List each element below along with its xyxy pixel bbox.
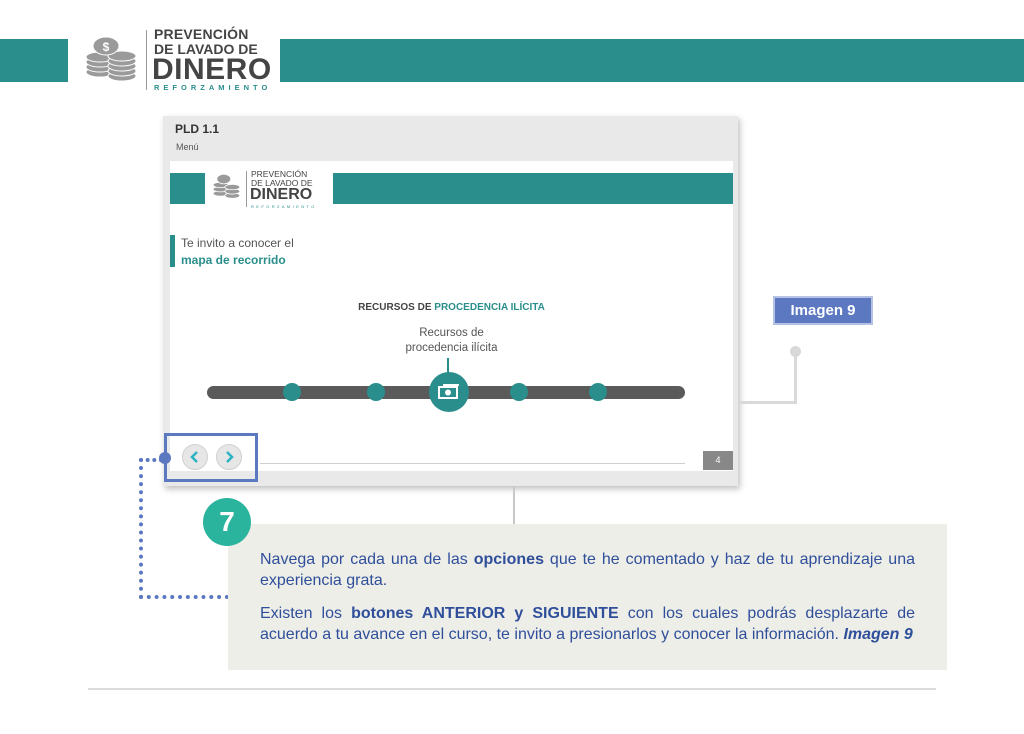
resources-subtitle: Recursos de procedencia ilícita bbox=[170, 326, 733, 356]
footer-divider bbox=[260, 463, 685, 464]
p1-text-a: Navega por cada una de las bbox=[260, 551, 474, 568]
callout-line bbox=[738, 401, 797, 404]
p2-image-reference: Imagen 9 bbox=[843, 626, 913, 643]
money-icon bbox=[438, 384, 459, 399]
logo-text-line1: PREVENCIÓN bbox=[154, 26, 249, 42]
invite-accent-bar bbox=[170, 235, 175, 267]
route-map-node[interactable] bbox=[510, 383, 528, 401]
bottom-divider bbox=[88, 688, 936, 690]
invite-text: Te invito a conocer el bbox=[181, 236, 294, 250]
dotted-connector bbox=[139, 458, 143, 599]
route-map-node-active[interactable] bbox=[429, 372, 469, 412]
resources-sub-line1: Recursos de bbox=[419, 327, 484, 339]
slide-bar-right bbox=[333, 173, 733, 204]
nav-buttons-highlight bbox=[164, 433, 258, 482]
course-slide: PREVENCIÓN DE LAVADO DE DINERO REFORZAMI… bbox=[170, 161, 733, 471]
callout-line bbox=[794, 352, 797, 404]
p1-emphasis: opciones bbox=[473, 551, 544, 568]
dotted-connector bbox=[139, 595, 229, 599]
invite-highlight: mapa de recorrido bbox=[181, 253, 286, 267]
instruction-paragraph-2: Existen los botones ANTERIOR y SIGUIENTE… bbox=[260, 603, 915, 645]
slide-logo: PREVENCIÓN DE LAVADO DE DINERO REFORZAMI… bbox=[206, 165, 333, 211]
callout-dot bbox=[790, 346, 801, 357]
coins-icon: $ bbox=[85, 36, 137, 82]
p2-text-a: Existen los bbox=[260, 605, 352, 622]
coins-icon bbox=[212, 173, 241, 199]
course-title: PLD 1.1 bbox=[175, 122, 220, 136]
svg-text:$: $ bbox=[103, 40, 110, 54]
route-map-node[interactable] bbox=[589, 383, 607, 401]
image-label: Imagen 9 bbox=[773, 296, 873, 325]
resources-heading-b: PROCEDENCIA ILÍCITA bbox=[434, 302, 545, 313]
slide-logo-line3: DINERO bbox=[250, 186, 313, 203]
header-bar-left bbox=[0, 39, 68, 82]
logo-text-line4: REFORZAMIENTO bbox=[154, 83, 272, 92]
page-number: 4 bbox=[703, 451, 733, 470]
slide-bar-left bbox=[170, 173, 205, 204]
instruction-paragraph-1: Navega por cada una de las opciones que … bbox=[260, 549, 915, 591]
slide-logo-divider bbox=[246, 171, 247, 207]
logo: $ PREVENCIÓN DE LAVADO DE DINERO REFORZA… bbox=[84, 24, 274, 94]
route-map-node[interactable] bbox=[367, 383, 385, 401]
header-bar-right bbox=[280, 39, 1024, 82]
step-number-badge: 7 bbox=[203, 498, 251, 546]
resources-heading: RECURSOS DE PROCEDENCIA ILÍCITA bbox=[170, 302, 733, 313]
course-menu[interactable]: Menú bbox=[176, 142, 199, 152]
panel-connector bbox=[513, 486, 515, 526]
resources-heading-a: RECURSOS DE bbox=[358, 302, 432, 313]
route-map-node[interactable] bbox=[283, 383, 301, 401]
logo-text-line3: DINERO bbox=[152, 53, 272, 86]
slide-logo-line4: REFORZAMIENTO bbox=[251, 204, 317, 209]
course-screenshot: PLD 1.1 Menú PREVENCIÓN DE LAVADO DE DIN… bbox=[163, 116, 738, 486]
p2-emphasis: botones ANTERIOR y SIGUIENTE bbox=[351, 605, 619, 622]
instruction-panel bbox=[228, 524, 947, 670]
resources-sub-line2: procedencia ilícita bbox=[405, 342, 498, 354]
connector-dot bbox=[159, 452, 171, 464]
logo-divider bbox=[146, 30, 147, 90]
